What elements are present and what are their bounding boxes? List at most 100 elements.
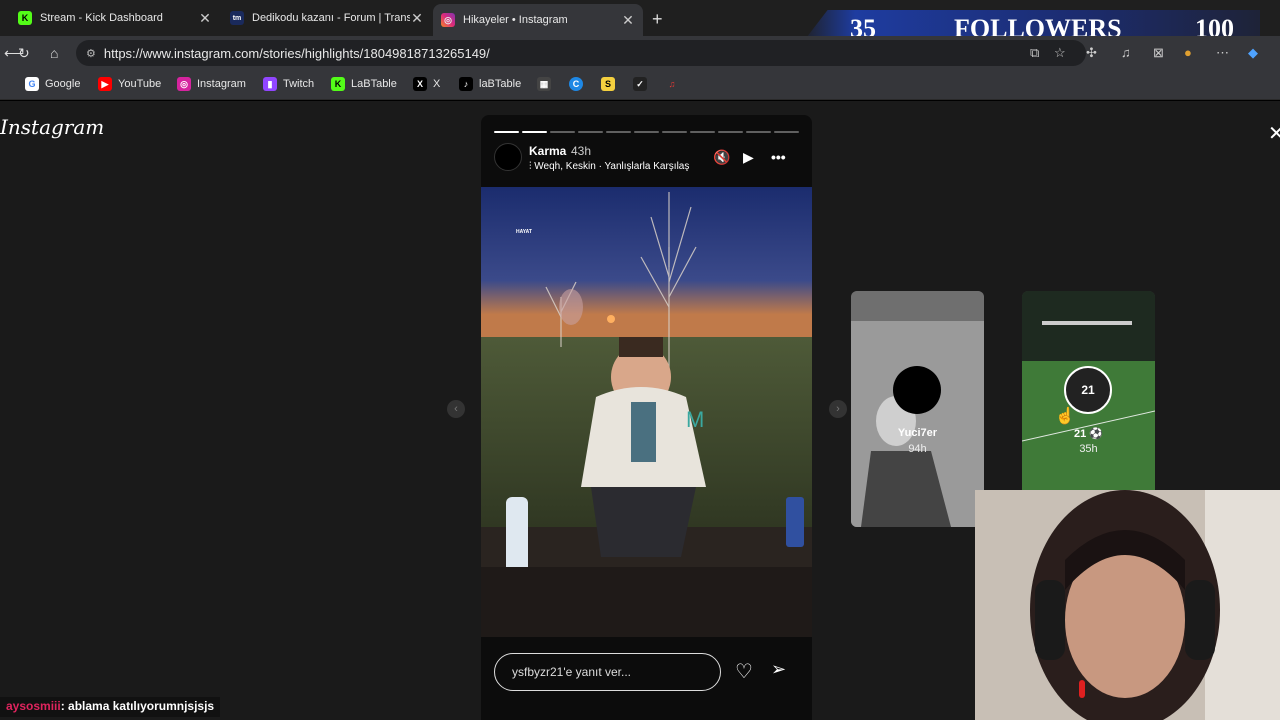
bookmark-label: Google [45,78,81,90]
bookmarks-bar: G Google ▶ YouTube ◎ Instagram ▮ Twitch … [0,70,1280,100]
close-icon[interactable]: ✕ [410,10,424,27]
svg-text:M: M [686,407,704,432]
profile-icon[interactable]: ● [1184,45,1192,60]
next-story-icon[interactable]: › [829,400,847,418]
progress-segment [718,131,743,133]
home-icon[interactable]: ⌂ [50,45,58,61]
progress-segment [606,131,631,133]
bookmark-extra-4[interactable]: ✓ [633,77,653,91]
photo-caption: HAYAT [516,229,532,235]
story-progress [494,131,799,133]
mute-icon[interactable]: 🔇 [713,149,730,166]
instagram-logo[interactable]: Instagram [0,115,104,139]
tab-title: Hikayeler • Instagram [463,14,568,26]
twitch-icon: ▮ [263,77,277,91]
url-text: https://www.instagram.com/stories/highli… [103,45,490,61]
more-options-icon[interactable]: ••• [771,149,786,165]
address-bar[interactable]: ⚙ https://www.instagram.com/stories/high… [76,40,1086,66]
bookmark-tiktok[interactable]: ♪ laBTable [459,77,521,91]
bookmark-google[interactable]: G Google [25,77,80,91]
avatar[interactable] [494,143,522,171]
kick-icon: K [331,77,345,91]
bookmark-x[interactable]: X X [413,77,440,91]
music-note-icon: ♫ [665,77,679,91]
tab-kick-dashboard[interactable]: K Stream - Kick Dashboard ✕ [10,4,220,32]
tab-transfermarkt[interactable]: tm Dedikodu kazanı - Forum | Transfe ✕ [222,4,432,32]
extensions-icon[interactable]: ✣ [1086,45,1097,61]
progress-segment [550,131,575,133]
kick-icon: K [18,11,32,25]
screenshot-icon[interactable]: ⊠ [1153,45,1164,61]
music-title: Weqh, Keskin · Yanlışlarla Karşılaş [534,161,690,172]
bookmark-twitch[interactable]: ▮ Twitch [263,77,314,91]
progress-segment [690,131,715,133]
mouse-cursor-icon: ☝ [1055,408,1075,425]
open-in-app-icon[interactable]: ⧉ [1030,45,1039,61]
story-username[interactable]: Karma [529,144,566,158]
tab-instagram[interactable]: ◎ Hikayeler • Instagram ✕ [433,4,643,36]
bookmark-label: laBTable [479,78,522,90]
copilot-icon[interactable]: ◆ [1248,45,1258,61]
tab-title: Stream - Kick Dashboard [40,12,163,24]
send-icon[interactable]: ➢ [771,659,786,680]
story-time: 43h [571,144,592,158]
story-photo: M HAYAT [481,187,812,637]
c-icon: C [569,77,583,91]
star-icon[interactable]: ☆ [1054,45,1066,61]
bookmark-youtube[interactable]: ▶ YouTube [98,77,161,91]
s-icon: S [601,77,615,91]
menu-icon[interactable]: ⋯ [1216,45,1229,61]
story-card: Karma 43h ⫶ Weqh, Keskin · Yanlışlarla K… [481,115,812,720]
check-icon: ✓ [633,77,647,91]
thumb-time: 35h [1079,443,1098,455]
story-music[interactable]: ⫶ Weqh, Keskin · Yanlışlarla Karşılaş [529,161,689,172]
tiktok-icon: ♪ [459,77,473,91]
bookmark-extra-3[interactable]: S [601,77,621,91]
bookmark-labtable[interactable]: K LaBTable [331,77,397,91]
progress-segment [634,131,659,133]
reply-input[interactable]: ysfbyzr21'e yanıt ver... [494,653,721,691]
progress-segment [578,131,603,133]
previous-story-icon[interactable]: ‹ [447,400,465,418]
bookmark-label: LaBTable [351,78,397,90]
close-icon[interactable]: ✕ [1268,121,1280,146]
x-icon: X [413,77,427,91]
browser-toolbar: ⟵ ↻ ⌂ ⚙ https://www.instagram.com/storie… [0,36,1280,70]
site-info-icon[interactable]: ⚙ [86,47,96,60]
thumb-time: 94h [908,443,927,455]
bookmark-label: Instagram [197,78,246,90]
progress-segment [662,131,687,133]
webcam-feed [975,490,1280,720]
progress-segment [494,131,519,133]
thumb-username: Yuci7er [897,427,938,439]
bookmark-label: X [433,78,441,90]
bookmark-label: YouTube [118,78,162,90]
bookmark-extra-5[interactable]: ♫ [665,77,685,91]
chat-username: aysosmiii [6,699,61,713]
close-icon[interactable]: ✕ [621,12,635,29]
next-story-thumb-1[interactable]: Yuci7er 94h [851,291,984,527]
progress-segment [746,131,771,133]
close-icon[interactable]: ✕ [198,10,212,27]
progress-segment [522,131,547,133]
google-icon: G [25,77,39,91]
instagram-icon: ◎ [441,13,455,27]
bookmark-extra-2[interactable]: C [569,77,589,91]
avatar-badge: 21 [1081,383,1095,397]
youtube-icon: ▶ [98,77,112,91]
avatar [893,366,941,414]
reload-icon[interactable]: ↻ [18,45,30,62]
play-icon[interactable]: ▶ [743,149,754,166]
tab-title: Dedikodu kazanı - Forum | Transfe [252,12,410,24]
chat-text: : ablama katılıyorumnjsjsjs [60,699,215,713]
instagram-icon: ◎ [177,77,191,91]
bookmark-extra-1[interactable]: ▦ [537,77,557,91]
progress-segment [774,131,799,133]
thumb-username: 21 ⚽ [1074,428,1103,440]
new-tab-button[interactable]: + [652,9,663,30]
heart-icon[interactable]: ♡ [735,659,753,684]
media-icon[interactable]: ♫ [1121,45,1131,60]
bookmark-label: Twitch [283,78,315,90]
bookmark-instagram[interactable]: ◎ Instagram [177,77,246,91]
transfermarkt-icon: tm [230,11,244,25]
